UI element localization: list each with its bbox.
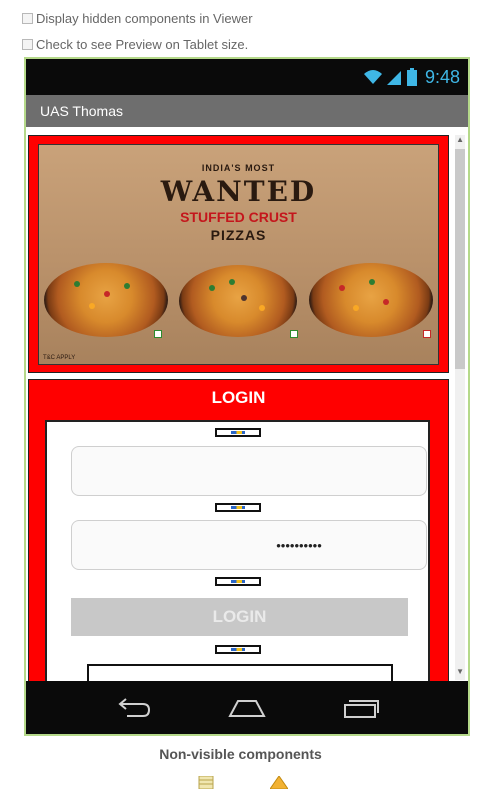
pizza-image: [309, 263, 433, 337]
hidden-components-option[interactable]: Display hidden components in Viewer: [22, 8, 253, 28]
veg-mark-icon: [423, 330, 431, 338]
login-title: LOGIN: [211, 388, 266, 407]
spacer-image: [215, 428, 261, 437]
notifier-icon[interactable]: [269, 775, 289, 790]
status-bar: 9:48: [26, 59, 468, 95]
screen-title-bar: UAS Thomas: [26, 95, 468, 127]
tablet-preview-checkbox[interactable]: [22, 38, 33, 50]
banner-bottom-line: PIZZAS: [210, 227, 267, 243]
signal-icon: [386, 69, 401, 85]
database-icon[interactable]: [198, 775, 214, 790]
hidden-components-checkbox[interactable]: [22, 12, 33, 24]
veg-mark-icon: [290, 330, 298, 338]
home-icon[interactable]: [225, 693, 269, 723]
tablet-preview-label: Check to see Preview on Tablet size.: [36, 36, 249, 52]
banner-headline: WANTED: [160, 175, 317, 208]
recents-icon[interactable]: [339, 693, 383, 723]
scrollbar-thumb[interactable]: [455, 149, 465, 369]
password-field[interactable]: ••••••••••: [71, 520, 427, 570]
navigation-bar: [26, 681, 468, 734]
login-form: •••••••••• LOGIN: [45, 420, 430, 682]
username-field[interactable]: [71, 446, 427, 496]
banner-subline: STUFFED CRUST: [180, 209, 297, 225]
login-panel: LOGIN •••••••••• LOGIN: [28, 379, 449, 682]
tablet-preview-option[interactable]: Check to see Preview on Tablet size.: [22, 34, 248, 54]
scroll-up-arrow-icon[interactable]: ▲: [456, 135, 464, 144]
non-visible-components-label: Non-visible components: [159, 746, 322, 762]
veg-mark-icon: [154, 330, 162, 338]
spacer-image: [215, 577, 261, 586]
scroll-down-arrow-icon[interactable]: ▼: [456, 667, 464, 676]
banner-frame: INDIA'S MOST WANTED STUFFED CRUST PIZZAS: [28, 135, 449, 373]
back-icon[interactable]: [111, 693, 155, 723]
wifi-icon: [363, 69, 383, 85]
screen-title: UAS Thomas: [40, 103, 123, 119]
battery-icon: [406, 68, 417, 86]
status-time: 9:48: [424, 66, 460, 87]
spacer-image: [215, 645, 261, 654]
banner-fine-print: T&C APPLY: [43, 355, 76, 361]
banner-image[interactable]: INDIA'S MOST WANTED STUFFED CRUST PIZZAS: [38, 144, 439, 365]
hidden-components-label: Display hidden components in Viewer: [36, 10, 253, 26]
banner-top-line: INDIA'S MOST: [201, 163, 276, 173]
lower-component-box: [87, 664, 393, 682]
pizza-image: [44, 263, 168, 337]
spacer-image: [215, 503, 261, 512]
screen-content: INDIA'S MOST WANTED STUFFED CRUST PIZZAS: [26, 127, 468, 682]
login-button[interactable]: LOGIN: [71, 598, 408, 636]
pizza-image: [179, 265, 297, 337]
phone-preview: 9:48 UAS Thomas INDIA'S MOST WANTED STUF…: [24, 57, 470, 736]
